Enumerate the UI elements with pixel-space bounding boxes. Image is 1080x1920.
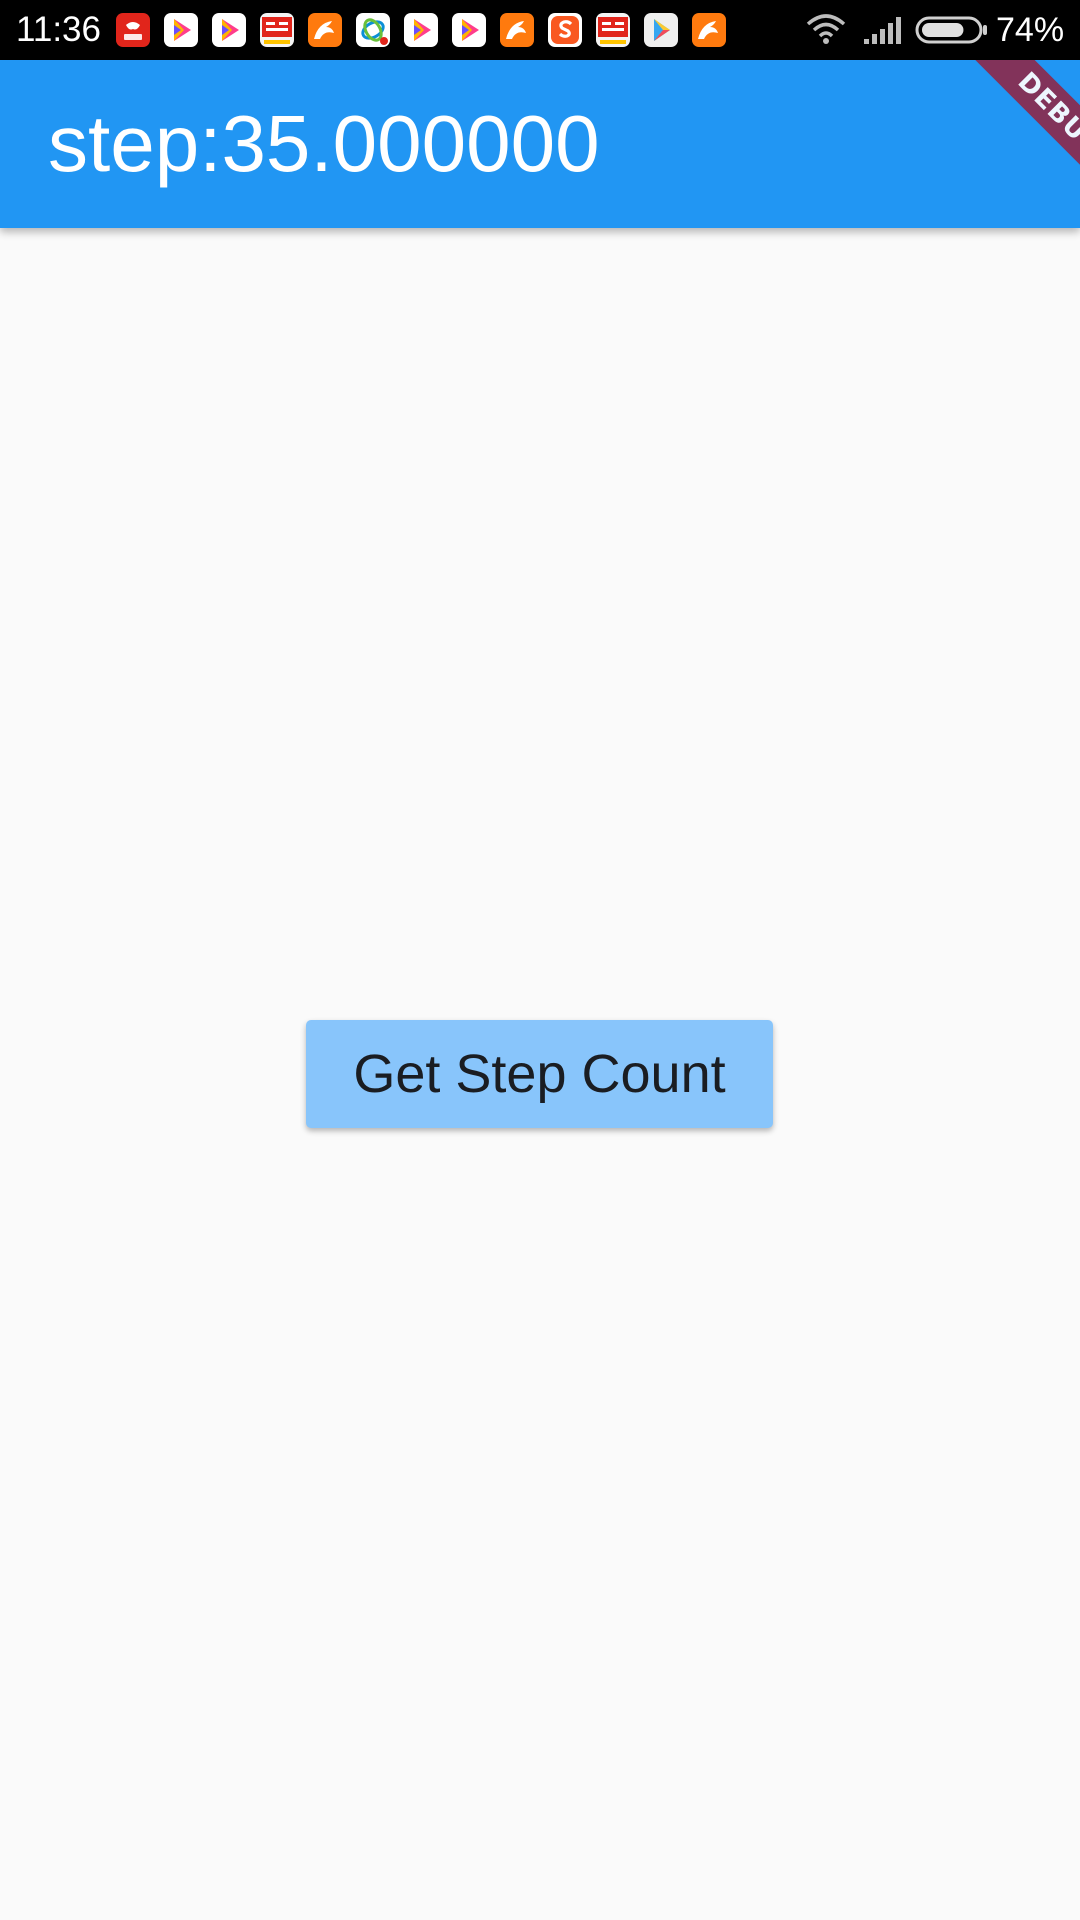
video-play-icon bbox=[212, 13, 246, 47]
page-title: step:35.000000 bbox=[48, 99, 600, 188]
video-play-icon bbox=[452, 13, 486, 47]
battery-percent: 74% bbox=[996, 11, 1065, 49]
sogou-icon bbox=[548, 13, 582, 47]
status-bar: 11:36 74% bbox=[0, 0, 1080, 60]
video-play-icon bbox=[404, 13, 438, 47]
battery-icon bbox=[915, 15, 989, 45]
wifi-icon bbox=[806, 14, 846, 44]
get-step-count-button[interactable]: Get Step Count bbox=[306, 1020, 773, 1128]
google-play-icon bbox=[644, 13, 678, 47]
video-play-icon bbox=[164, 13, 198, 47]
jd-icon bbox=[116, 13, 150, 47]
toutiao-icon bbox=[260, 13, 294, 47]
app-bar: step:35.000000 bbox=[0, 60, 1080, 228]
signal-icon bbox=[862, 15, 902, 45]
toutiao-icon bbox=[596, 13, 630, 47]
uc-browser-icon bbox=[692, 13, 726, 47]
status-time: 11:36 bbox=[16, 10, 101, 49]
uc-browser-icon bbox=[308, 13, 342, 47]
main-content: Get Step Count bbox=[0, 228, 1080, 1920]
china-mobile-icon bbox=[356, 13, 390, 47]
uc-browser-icon bbox=[500, 13, 534, 47]
